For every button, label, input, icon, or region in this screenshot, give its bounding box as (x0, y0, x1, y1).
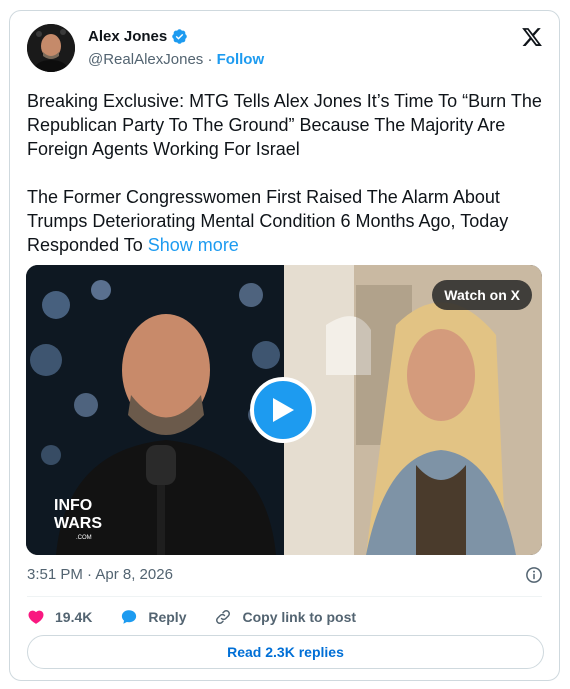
x-logo-icon[interactable] (521, 26, 543, 48)
like-button[interactable]: 19.4K (27, 608, 92, 626)
timestamp[interactable]: 3:51 PM · Apr 8, 2026 (27, 566, 173, 583)
info-icon[interactable] (525, 566, 543, 584)
heart-icon (28, 610, 44, 624)
play-icon (273, 398, 294, 422)
copy-link-label: Copy link to post (242, 609, 357, 625)
handle-separator: · (207, 51, 213, 68)
reply-button[interactable]: Reply (120, 608, 186, 626)
copy-link-button[interactable]: Copy link to post (214, 608, 356, 626)
avatar[interactable] (27, 24, 75, 72)
svg-text:.COM: .COM (76, 535, 92, 541)
read-replies-button[interactable]: Read 2.3K replies (27, 635, 544, 669)
watch-on-x-button[interactable]: Watch on X (432, 280, 532, 310)
reply-label: Reply (148, 609, 187, 625)
video-player[interactable]: INFO WARS .COM Watch on X (26, 265, 542, 555)
tweet-paragraph-2-text: The Former Congresswomen First Raised Th… (27, 187, 509, 255)
play-button[interactable] (250, 377, 316, 443)
follow-button[interactable]: Follow (217, 51, 265, 68)
svg-text:WARS: WARS (54, 515, 102, 532)
link-icon (216, 610, 231, 624)
like-count: 19.4K (55, 609, 93, 625)
infowars-watermark: INFO (54, 497, 92, 514)
reply-bubble-icon (122, 610, 137, 624)
author-handle[interactable]: @RealAlexJones (88, 51, 203, 68)
verified-badge-icon (171, 28, 188, 45)
action-bar: 19.4K Reply Copy link to post (27, 605, 384, 629)
tweet-paragraph-1: Breaking Exclusive: MTG Tells Alex Jones… (27, 91, 542, 159)
author-name[interactable]: Alex Jones (88, 28, 167, 45)
tweet-text: Breaking Exclusive: MTG Tells Alex Jones… (27, 89, 547, 257)
tweet-paragraph-2: The Former Congresswomen First Raised Th… (27, 185, 547, 257)
divider (27, 596, 542, 597)
show-more-link[interactable]: Show more (148, 235, 239, 255)
tweet-card: Alex Jones @RealAlexJones · Follow Break… (9, 10, 560, 681)
